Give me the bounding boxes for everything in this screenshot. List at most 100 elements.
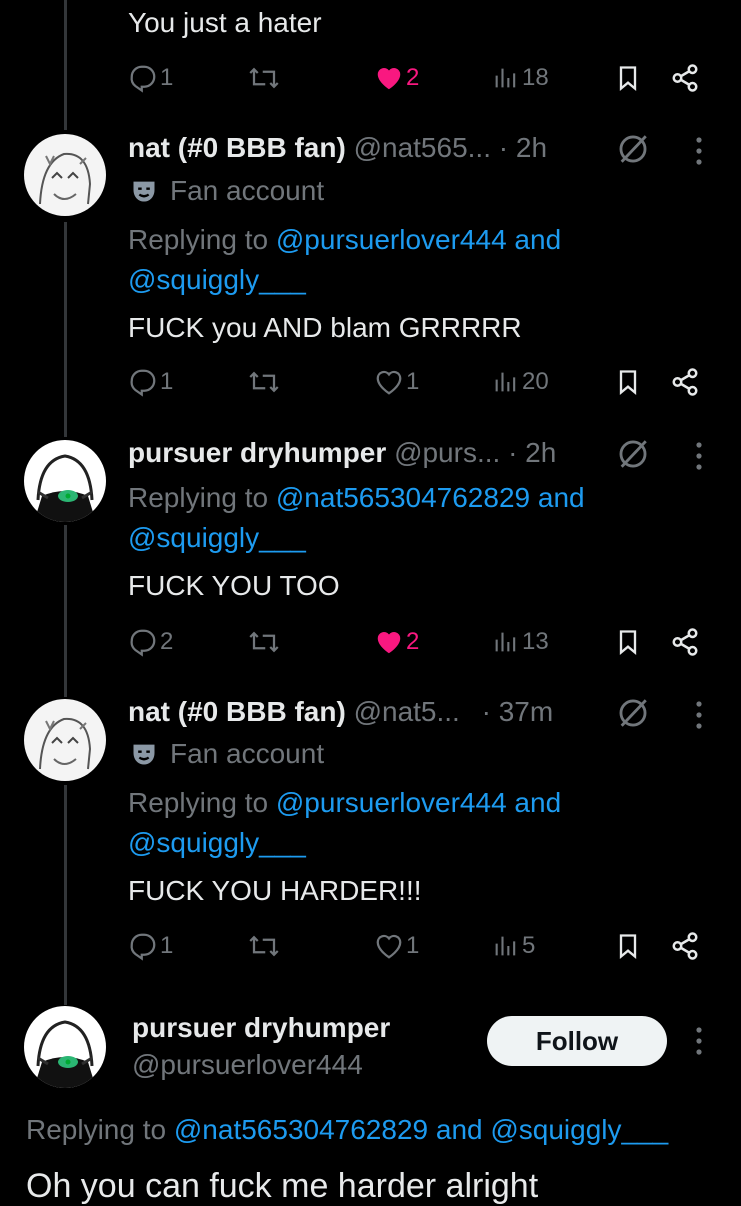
bookmark-button[interactable] — [614, 364, 642, 400]
tweet-header: nat (#0 BBB fan) @nat565... · 2h — [128, 131, 547, 165]
share-button[interactable] — [670, 624, 700, 660]
retweet-button[interactable] — [246, 928, 282, 964]
views-icon — [495, 936, 516, 956]
like-count: 1 — [406, 932, 420, 959]
mention-link[interactable]: @pursuerlover444 and — [276, 787, 561, 818]
tweet-text: FUCK YOU TOO — [128, 570, 340, 601]
display-name[interactable]: nat (#0 BBB fan) — [128, 696, 346, 727]
reply-button[interactable]: 2 — [128, 624, 173, 660]
replying-to: Replying to @nat565304762829 and @squigg… — [128, 478, 585, 558]
mention-link[interactable]: @nat565304762829 and — [276, 482, 585, 513]
timestamp[interactable]: · 37m — [482, 696, 554, 727]
bookmark-icon — [619, 934, 637, 959]
more-icon[interactable] — [692, 1026, 706, 1056]
views-button[interactable]: 5 — [492, 928, 535, 964]
like-icon — [376, 370, 402, 395]
retweet-icon — [249, 67, 279, 89]
handle[interactable]: @nat565... — [354, 132, 491, 163]
tweet-actions: 1 2 18 — [128, 60, 708, 96]
more-icon[interactable] — [692, 700, 706, 730]
more-icon[interactable] — [692, 136, 706, 166]
reply-icon — [130, 933, 156, 961]
share-button[interactable] — [670, 364, 700, 400]
grok-icon[interactable] — [616, 437, 650, 471]
mention-link[interactable]: @squiggly___ — [128, 264, 306, 295]
bookmark-button[interactable] — [614, 928, 642, 964]
replying-prefix: Replying to — [26, 1114, 167, 1145]
like-count: 1 — [406, 368, 420, 395]
replying-prefix: Replying to — [128, 224, 269, 255]
reply-icon — [130, 629, 156, 657]
fan-mask-icon — [133, 744, 155, 765]
grok-icon[interactable] — [616, 132, 650, 166]
views-button[interactable]: 20 — [492, 364, 549, 400]
like-icon — [377, 68, 401, 90]
retweet-button[interactable] — [246, 60, 282, 96]
reply-count: 1 — [160, 64, 174, 91]
reply-button[interactable]: 1 — [128, 60, 173, 96]
thread-line — [64, 222, 67, 437]
handle[interactable]: @purs... — [394, 437, 500, 468]
retweet-button[interactable] — [246, 364, 282, 400]
retweet-button[interactable] — [246, 624, 282, 660]
replying-prefix: Replying to — [128, 787, 269, 818]
share-button[interactable] — [670, 928, 700, 964]
mention-link[interactable]: @squiggly___ — [128, 522, 306, 553]
like-count: 2 — [406, 64, 420, 91]
bookmark-button[interactable] — [614, 624, 642, 660]
thread-line — [64, 0, 67, 130]
fan-account-badge: Fan account — [130, 174, 324, 208]
avatar[interactable] — [24, 134, 106, 216]
reply-button[interactable]: 1 — [128, 928, 173, 964]
tweet-header: pursuer dryhumper @purs... · 2h — [128, 436, 556, 470]
follow-button[interactable]: Follow — [487, 1016, 667, 1066]
like-count: 2 — [406, 628, 420, 655]
reply-count: 1 — [160, 932, 174, 959]
like-button[interactable]: 2 — [374, 60, 419, 96]
like-button[interactable]: 1 — [374, 928, 419, 964]
tweet-text: FUCK you AND blam GRRRRR — [128, 312, 522, 343]
handle[interactable]: @nat5... — [354, 696, 460, 727]
display-name[interactable]: nat (#0 BBB fan) — [128, 132, 346, 163]
thread-line — [64, 785, 67, 1005]
retweet-icon — [249, 935, 279, 957]
mention-link[interactable]: @squiggly___ — [128, 827, 306, 858]
handle[interactable]: @pursuerlover444 — [132, 1048, 363, 1082]
bookmark-icon — [619, 66, 637, 91]
views-count: 13 — [522, 628, 549, 655]
views-icon — [495, 632, 516, 652]
views-icon — [495, 68, 516, 88]
retweet-icon — [249, 371, 279, 393]
share-icon — [672, 932, 698, 960]
like-icon — [376, 934, 402, 959]
fan-account-label: Fan account — [170, 738, 325, 769]
reply-icon — [130, 65, 156, 93]
tweet-text: You just a hater — [128, 7, 322, 38]
reply-count: 2 — [160, 628, 174, 655]
tweet-actions: 1 1 5 — [128, 928, 708, 964]
tweet-header: nat (#0 BBB fan) @nat5... · 37m — [128, 695, 553, 729]
avatar[interactable] — [24, 699, 106, 781]
like-button[interactable]: 1 — [374, 364, 419, 400]
fan-mask-icon — [133, 181, 155, 202]
timestamp[interactable]: · 2h — [508, 437, 556, 468]
grok-icon[interactable] — [616, 696, 650, 730]
avatar[interactable] — [24, 1006, 106, 1088]
avatar[interactable] — [24, 440, 106, 522]
replying-to: Replying to @pursuerlover444 and @squigg… — [128, 220, 561, 300]
display-name[interactable]: pursuer dryhumper — [132, 1011, 390, 1045]
mention-link[interactable]: @pursuerlover444 and — [276, 224, 561, 255]
like-button[interactable]: 2 — [374, 624, 419, 660]
timestamp[interactable]: · 2h — [499, 132, 547, 163]
views-button[interactable]: 13 — [492, 624, 549, 660]
fan-account-badge: Fan account — [130, 737, 324, 771]
mention-link[interactable]: @nat565304762829 and @squiggly___ — [174, 1114, 668, 1145]
bookmark-button[interactable] — [614, 60, 642, 96]
views-button[interactable]: 18 — [492, 60, 549, 96]
share-button[interactable] — [670, 60, 700, 96]
reply-button[interactable]: 1 — [128, 364, 173, 400]
replying-to: Replying to @pursuerlover444 and @squigg… — [128, 783, 561, 863]
tweet-actions: 2 2 13 — [128, 624, 708, 660]
more-icon[interactable] — [692, 441, 706, 471]
display-name[interactable]: pursuer dryhumper — [128, 437, 386, 468]
